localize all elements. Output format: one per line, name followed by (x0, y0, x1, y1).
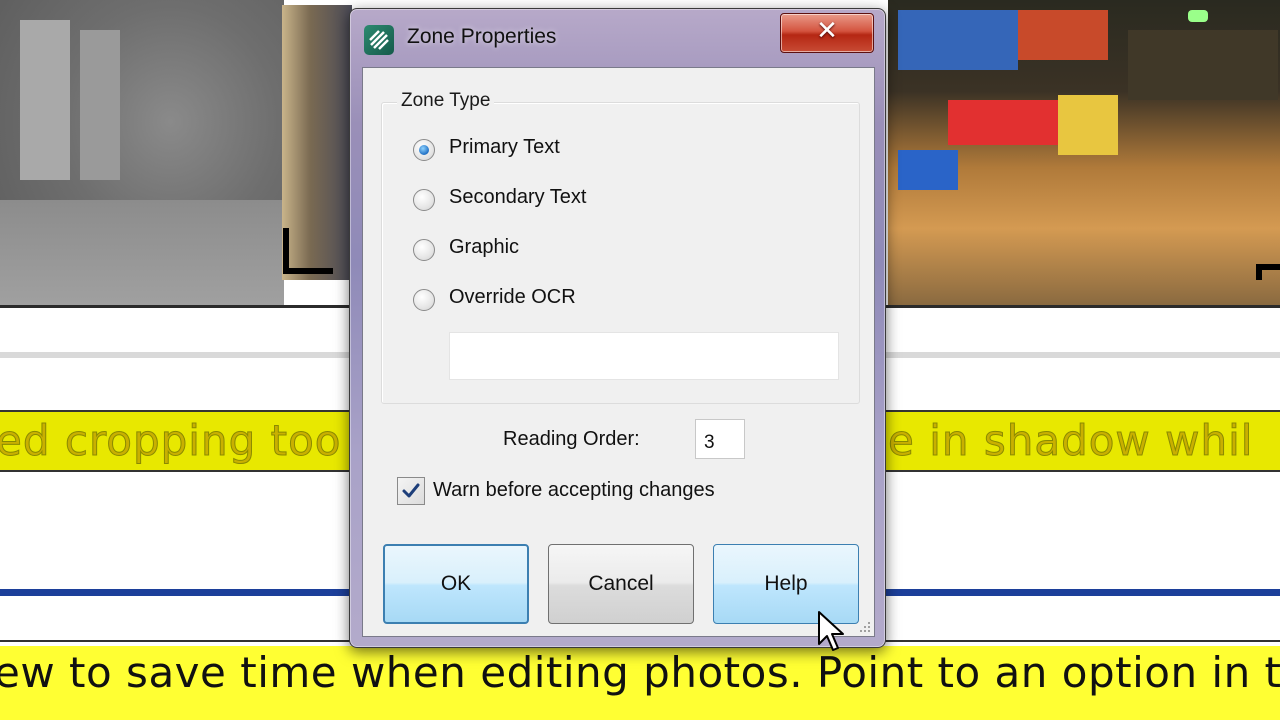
zone-type-label: Zone Type (397, 90, 495, 112)
caption-text-right: e in shadow whil (887, 416, 1254, 466)
reading-order-label: Reading Order: (503, 428, 640, 450)
caption-text: ew to save time when editing photos. Poi… (0, 648, 1280, 697)
radio-button[interactable] (413, 239, 435, 261)
background-photo-right (888, 0, 1280, 305)
crop-handle-left[interactable] (283, 228, 333, 274)
checkbox[interactable] (397, 477, 425, 505)
override-ocr-input[interactable] (449, 332, 839, 380)
resize-grip-icon[interactable] (858, 620, 872, 634)
checkbox-label: Warn before accepting changes (433, 479, 715, 501)
radio-label: Override OCR (449, 286, 576, 308)
reading-order-input[interactable]: 3 (695, 419, 745, 459)
check-icon (402, 483, 420, 498)
close-button[interactable]: ✕ (780, 13, 874, 53)
caption-banner-bottom: ew to save time when editing photos. Poi… (0, 646, 1280, 720)
radio-label: Graphic (449, 236, 520, 258)
mouse-pointer-icon (818, 611, 844, 651)
cancel-button[interactable]: Cancel (548, 544, 694, 624)
zone-properties-dialog: Zone Properties ✕ Zone Type Primary Text… (349, 8, 886, 648)
dialog-body: Zone Type Primary Text Secondary Text Gr… (362, 67, 875, 637)
app-logo-icon (364, 25, 394, 55)
ok-button[interactable]: OK (383, 544, 529, 624)
radio-button[interactable] (413, 289, 435, 311)
caption-text-left: ed cropping too (0, 416, 342, 466)
dialog-title: Zone Properties (407, 25, 557, 48)
radio-button[interactable] (413, 139, 435, 161)
radio-label: Secondary Text (449, 186, 587, 208)
crop-handle-right[interactable] (1256, 264, 1280, 280)
title-bar[interactable]: Zone Properties ✕ (350, 9, 885, 67)
close-icon: ✕ (816, 16, 838, 46)
radio-label: Primary Text (449, 136, 560, 158)
radio-button[interactable] (413, 189, 435, 211)
background-photo-left (0, 0, 284, 305)
